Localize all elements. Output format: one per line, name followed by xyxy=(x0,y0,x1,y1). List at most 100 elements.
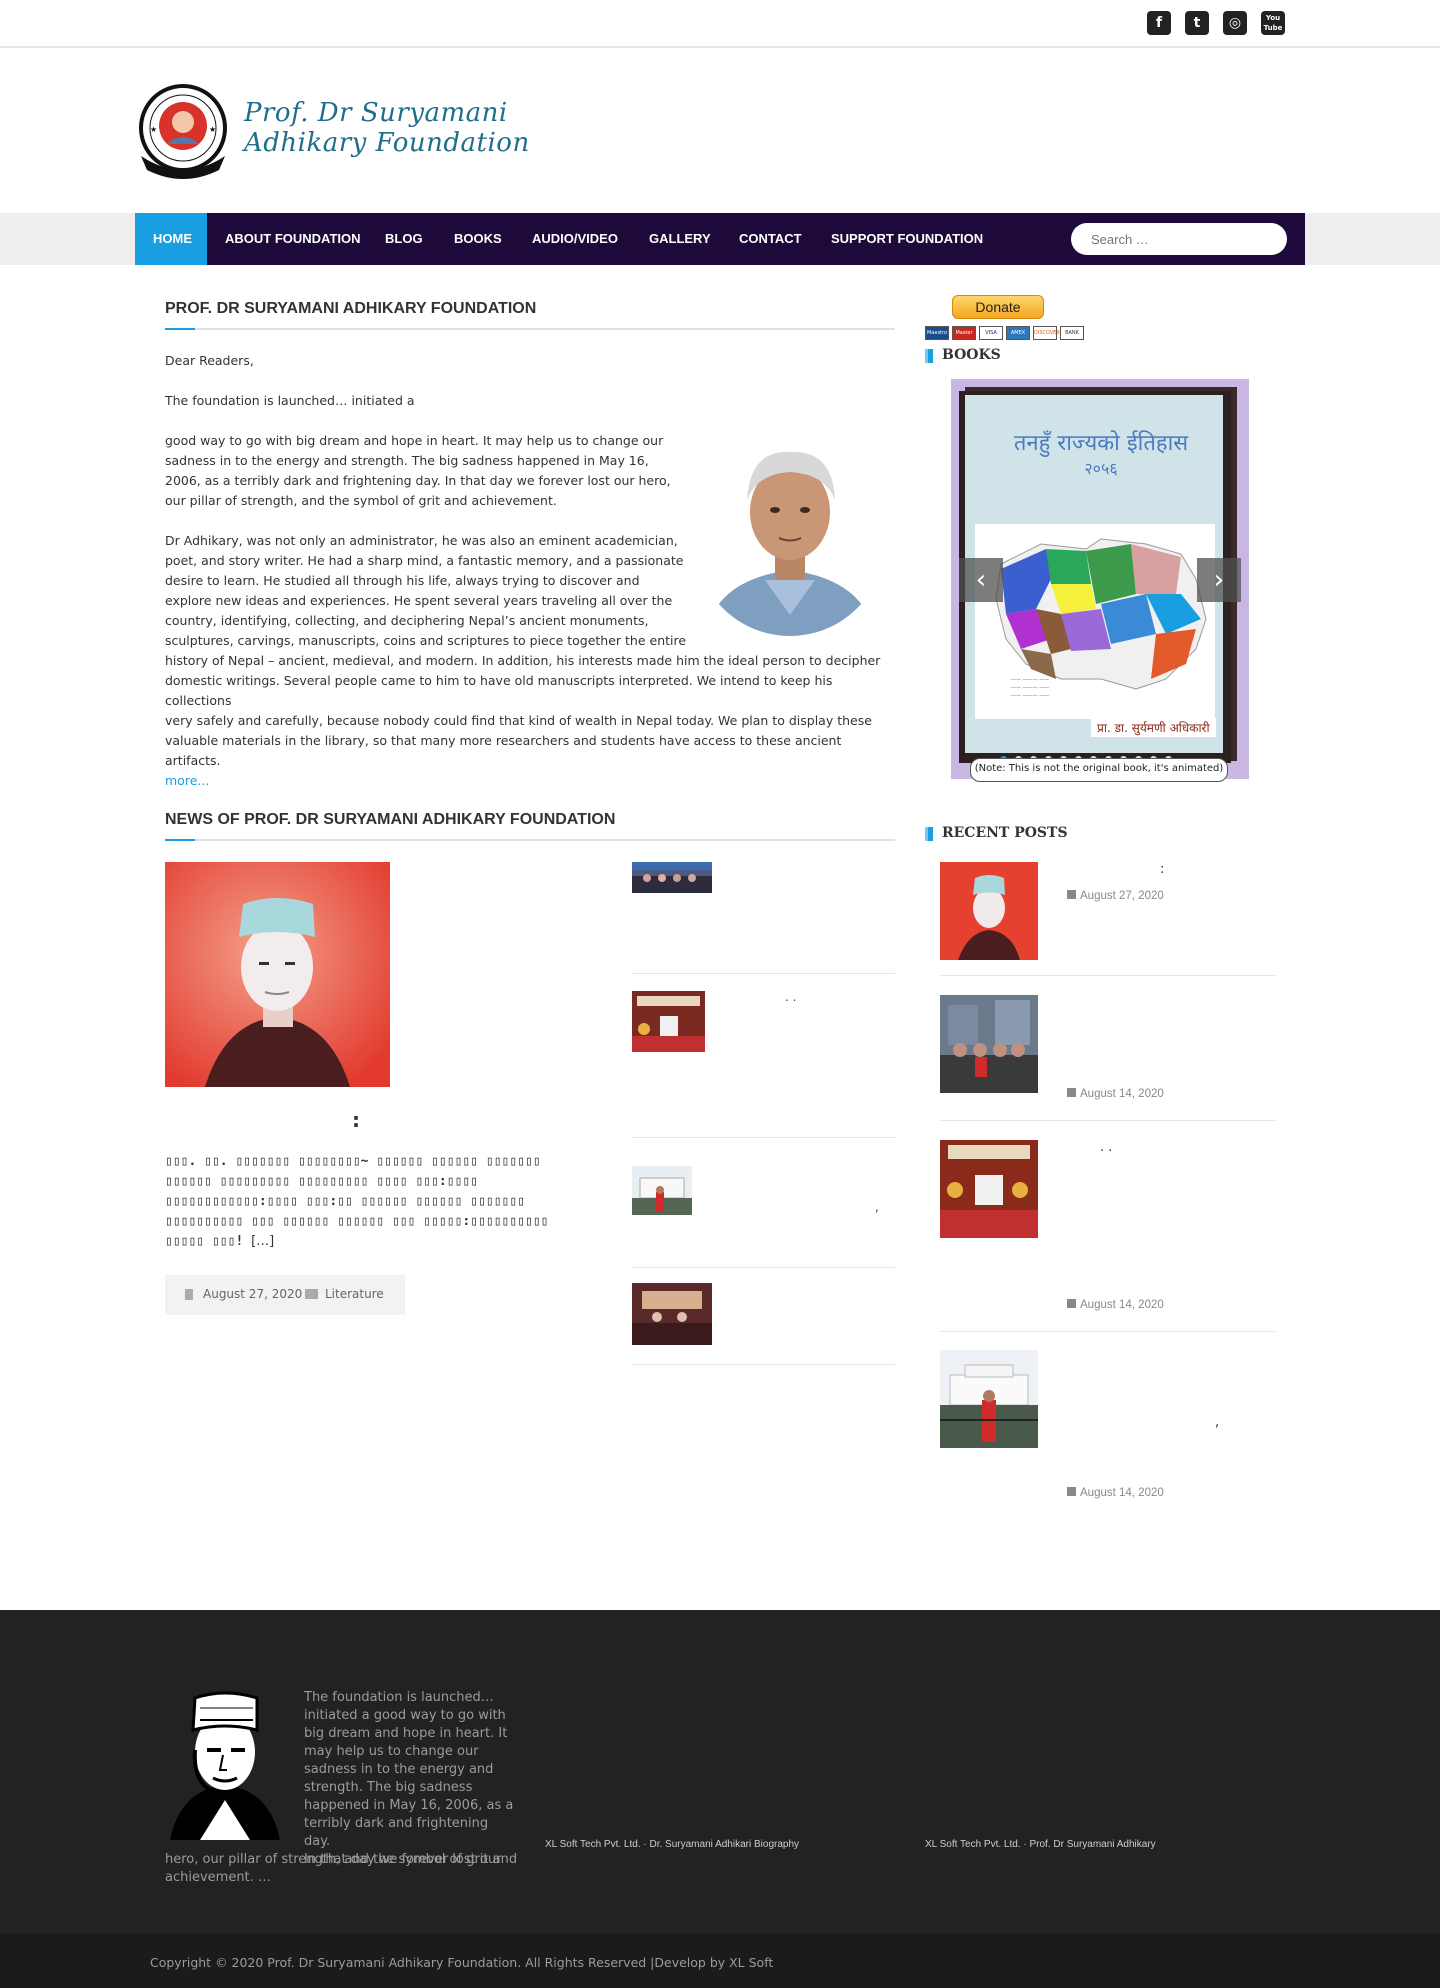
footer-line: The foundation is launched… xyxy=(304,1690,494,1705)
calendar-icon xyxy=(1067,1299,1076,1308)
search-input[interactable] xyxy=(1071,223,1287,255)
footer-line: achievement. … xyxy=(165,1870,271,1885)
recent-post-date-2: August 14, 2020 xyxy=(1067,1088,1164,1100)
svg-text:—— ——— ——: —— ——— —— xyxy=(1011,685,1049,691)
discover-card-icon: DISCOVER xyxy=(1033,326,1060,340)
recent-post-date-4: August 14, 2020 xyxy=(1067,1487,1164,1499)
news-date[interactable]: August 27, 2020 xyxy=(203,1287,302,1301)
news-side-title-3[interactable]: , xyxy=(875,1200,879,1214)
svg-text:★: ★ xyxy=(209,125,216,134)
news-side-title-2[interactable]: . . xyxy=(785,990,796,1004)
book-year: २०५६ xyxy=(1084,459,1118,478)
calendar-icon xyxy=(1067,1487,1076,1496)
recent-post-thumb-3[interactable] xyxy=(940,1140,1038,1238)
nav-contact[interactable]: CONTACT xyxy=(739,213,802,265)
news-main-title[interactable]: : xyxy=(352,1108,360,1132)
bank-card-icon: BANK xyxy=(1060,326,1084,340)
intro-line: good way to go with big dream and hope i… xyxy=(165,433,664,448)
nav-audio-video[interactable]: AUDIO/VIDEO xyxy=(532,213,618,265)
news-side-thumb-4[interactable] xyxy=(632,1283,712,1345)
intro-line: Dr Adhikary, was not only an administrat… xyxy=(165,533,678,548)
news-side-thumb-3[interactable] xyxy=(632,1166,692,1215)
news-side-thumb-1[interactable] xyxy=(632,862,712,893)
recent-post-thumb-4[interactable] xyxy=(940,1350,1038,1448)
maestro-card-icon: Maestro xyxy=(925,326,949,340)
excerpt-text: ▯▯▯. ▯▯. ▯▯▯▯▯▯▯ ▯▯▯▯▯▯▯▯~ ▯▯▯▯▯▯ ▯▯▯▯▯▯… xyxy=(165,1154,549,1249)
book-title: तनहुँ राज्यको ईतिहास xyxy=(1013,431,1189,456)
footer-link-biography[interactable]: XL Soft Tech Pvt. Ltd. · Dr. Suryamani A… xyxy=(545,1839,799,1850)
recent-post-date-3: August 14, 2020 xyxy=(1067,1299,1164,1311)
date-text: August 14, 2020 xyxy=(1080,1487,1164,1499)
top-bar: f t ◎ You Tube xyxy=(0,0,1440,48)
news-main-excerpt: ▯▯▯. ▯▯. ▯▯▯▯▯▯▯ ▯▯▯▯▯▯▯▯~ ▯▯▯▯▯▯ ▯▯▯▯▯▯… xyxy=(165,1152,595,1252)
intro-line: sculptures, carvings, manuscripts, coins… xyxy=(165,633,687,648)
footer-line: hero, our pillar of strength, and the sy… xyxy=(165,1852,518,1867)
intro-paragraph-3: Dr Adhikary, was not only an administrat… xyxy=(165,531,885,791)
recent-post-title-1[interactable]: : xyxy=(1160,862,1164,877)
news-main-image[interactable] xyxy=(165,862,390,1087)
recent-post-thumb-1[interactable] xyxy=(940,862,1038,960)
intro-greeting: Dear Readers, xyxy=(165,353,254,368)
intro-line: history of Nepal – ancient, medieval, an… xyxy=(165,653,881,668)
copyright-text: Copyright © 2020 Prof. Dr Suryamani Adhi… xyxy=(150,1955,774,1970)
footer-line: strength. The big sadness xyxy=(304,1780,473,1795)
footer-line: terribly dark and frightening day. xyxy=(304,1816,489,1849)
svg-text:—— ——— ——: —— ——— —— xyxy=(1011,693,1049,699)
recent-post-title-3[interactable]: . . xyxy=(1100,1140,1112,1155)
nav-about-foundation[interactable]: ABOUT FOUNDATION xyxy=(225,213,361,265)
mastercard-icon: Master xyxy=(952,326,976,340)
news-side-thumb-2[interactable] xyxy=(632,991,705,1052)
intro-paragraph-2: good way to go with big dream and hope i… xyxy=(165,431,685,511)
intro-line: explore new ideas and experiences. He sp… xyxy=(165,593,673,608)
recent-post-thumb-2[interactable] xyxy=(940,995,1038,1093)
footer-founder-silhouette xyxy=(165,1690,285,1840)
bookmark-icon xyxy=(185,1289,193,1300)
calendar-icon xyxy=(1067,1088,1076,1097)
footer-about-bottom: hero, our pillar of strength, and the sy… xyxy=(165,1851,525,1887)
foundation-seal-logo[interactable]: ★ ★ xyxy=(135,84,231,180)
svg-text:★: ★ xyxy=(150,125,157,134)
excerpt-ellipsis: […] xyxy=(251,1234,275,1249)
recent-post-title-4[interactable]: , xyxy=(1215,1415,1219,1430)
news-category[interactable]: Literature xyxy=(325,1287,384,1301)
intro-line: 2006, as a terribly dark and frightening… xyxy=(165,473,671,488)
facebook-icon[interactable]: f xyxy=(1147,11,1171,35)
slider-next-arrow[interactable]: › xyxy=(1197,558,1241,602)
intro-line: our pillar of strength, and the symbol o… xyxy=(165,493,557,508)
books-heading-marker xyxy=(925,349,933,363)
intro-title-underline xyxy=(165,328,895,330)
footer-line: sadness in to the energy and xyxy=(304,1762,494,1777)
svg-text:—— ——— ——: —— ——— —— xyxy=(1011,677,1049,683)
nav-support-foundation[interactable]: SUPPORT FOUNDATION xyxy=(831,213,983,265)
intro-line: valuable materials in the library, so th… xyxy=(165,733,842,768)
intro-line: desire to learn. He studied all through … xyxy=(165,573,640,588)
divider xyxy=(940,975,1275,976)
footer-about-right: The foundation is launched… initiated a … xyxy=(304,1689,514,1869)
intro-line: domestic writings. Several people came t… xyxy=(165,673,833,708)
book-slider[interactable]: —— ——— —— —— ——— —— —— ——— —— तनहुँ राज्… xyxy=(951,379,1249,779)
divider xyxy=(632,1137,895,1138)
folder-icon xyxy=(305,1289,318,1299)
nav-gallery[interactable]: GALLERY xyxy=(649,213,711,265)
intro-paragraph-1: The foundation is launched… initiated a xyxy=(165,393,415,408)
nav-books[interactable]: BOOKS xyxy=(454,213,502,265)
divider xyxy=(632,1364,895,1365)
logo-line-2: Adhikary Foundation xyxy=(244,128,530,158)
footer-line: may help us to change our xyxy=(304,1744,479,1759)
twitter-icon[interactable]: t xyxy=(1185,11,1209,35)
nav-home[interactable]: HOME xyxy=(135,213,207,265)
youtube-icon[interactable]: You Tube xyxy=(1261,11,1285,35)
news-title: NEWS OF PROF. DR SURYAMANI ADHIKARY FOUN… xyxy=(165,811,616,828)
news-title-underline xyxy=(165,839,895,841)
intro-line: sadness in to the energy and strength. T… xyxy=(165,453,649,468)
donate-button[interactable]: Donate xyxy=(952,295,1044,319)
book-author: प्रा. डा. सुर्यमणी अधिकारी xyxy=(1091,718,1216,737)
recent-post-date-1: August 27, 2020 xyxy=(1067,890,1164,902)
nav-blog[interactable]: BLOG xyxy=(385,213,423,265)
instagram-icon[interactable]: ◎ xyxy=(1223,11,1247,35)
slider-prev-arrow[interactable]: ‹ xyxy=(959,558,1003,602)
footer-link-prof[interactable]: XL Soft Tech Pvt. Ltd. · Prof. Dr Suryam… xyxy=(925,1839,1156,1850)
divider xyxy=(632,1267,895,1268)
site-logo-text[interactable]: Prof. Dr Suryamani Adhikary Foundation xyxy=(244,98,530,158)
read-more-link[interactable]: more... xyxy=(165,771,885,791)
